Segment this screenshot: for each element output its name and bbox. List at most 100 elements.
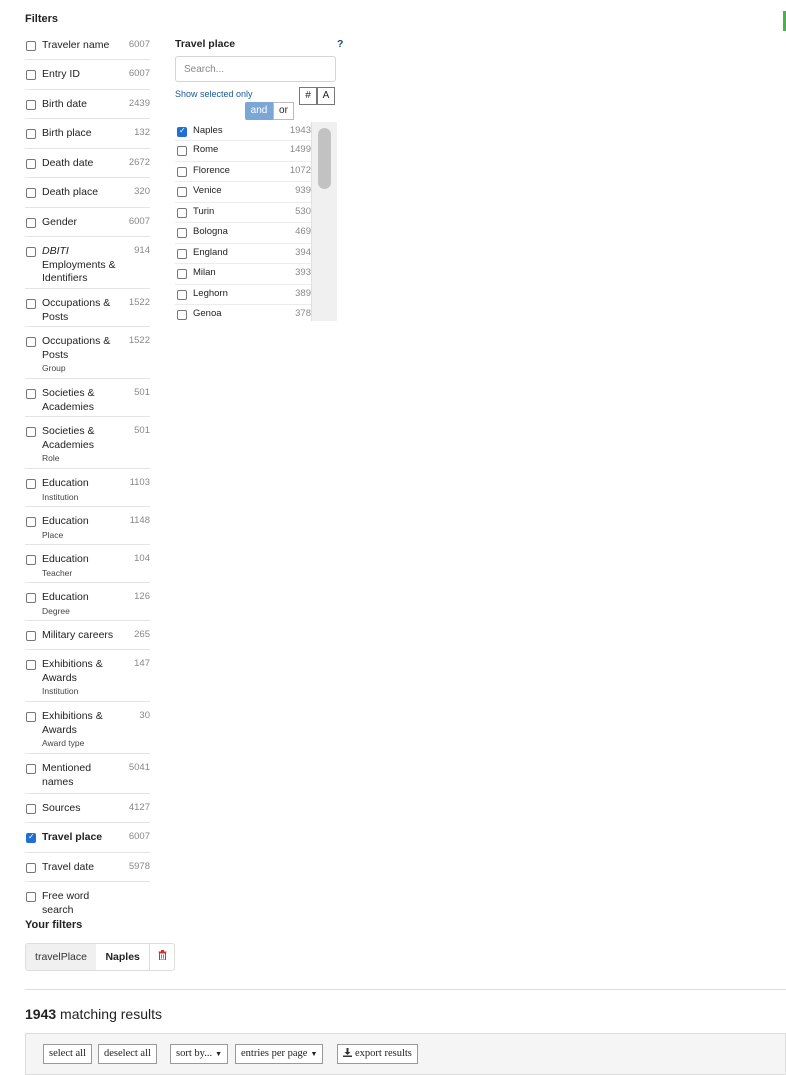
active-filter-chip: travelPlace Naples: [25, 943, 175, 971]
filter-item[interactable]: DBITI Employments & Identifiers 914: [25, 237, 150, 289]
place-checkbox[interactable]: [177, 290, 187, 300]
sort-alphabetical-button[interactable]: A: [317, 87, 335, 105]
filter-label: Sources: [42, 802, 117, 816]
filter-item[interactable]: Gender 6007: [25, 208, 150, 237]
place-checkbox[interactable]: [177, 126, 187, 137]
place-checkbox[interactable]: [177, 167, 187, 177]
place-checkbox[interactable]: [177, 228, 187, 238]
filter-item[interactable]: Travel date 5978: [25, 853, 150, 882]
filter-checkbox[interactable]: [26, 427, 36, 437]
filter-item[interactable]: Education Teacher 104: [25, 545, 150, 583]
filter-item[interactable]: Death place 320: [25, 178, 150, 208]
place-search-input[interactable]: [175, 56, 336, 82]
filters-heading: Filters: [25, 13, 59, 25]
filter-label-text: Military careers: [42, 629, 114, 641]
filter-label: DBITI Employments & Identifiers: [42, 245, 117, 286]
results-label: matching results: [60, 1006, 162, 1022]
filter-item[interactable]: Occupations & Posts 1522: [25, 289, 150, 327]
place-item[interactable]: Genoa 378: [175, 305, 311, 321]
filter-item[interactable]: Education Degree 126: [25, 583, 150, 621]
filter-label: Occupations & Posts: [42, 297, 117, 324]
place-checkbox[interactable]: [177, 310, 187, 320]
filter-label-text: Birth date: [42, 98, 87, 110]
filter-checkbox[interactable]: [26, 804, 36, 814]
place-count: 378: [295, 308, 311, 319]
filter-checkbox[interactable]: [26, 389, 36, 399]
filter-item[interactable]: Exhibitions & Awards Institution 147: [25, 650, 150, 702]
place-item[interactable]: Turin 530: [175, 203, 311, 223]
filter-checkbox[interactable]: [26, 593, 36, 603]
filter-checkbox[interactable]: [26, 555, 36, 565]
filter-checkbox[interactable]: [26, 247, 36, 257]
chevron-down-icon: ▼: [215, 1050, 223, 1058]
place-name: England: [193, 247, 228, 258]
filter-item[interactable]: Mentioned names 5041: [25, 754, 150, 794]
filter-item[interactable]: Free word search: [25, 882, 150, 916]
and-operator-button[interactable]: and: [245, 102, 273, 120]
sort-by-dropdown[interactable]: sort by... ▼: [170, 1044, 229, 1064]
filter-label: Education Place: [42, 515, 117, 542]
filter-checkbox[interactable]: [26, 832, 36, 843]
place-checkbox[interactable]: [177, 269, 187, 279]
your-filters-heading: Your filters: [25, 919, 83, 931]
filter-checkbox[interactable]: [26, 631, 36, 641]
filter-checkbox[interactable]: [26, 712, 36, 722]
filter-count: 132: [134, 127, 150, 138]
filter-item[interactable]: Societies & Academies 501: [25, 379, 150, 417]
filter-checkbox[interactable]: [26, 892, 36, 902]
or-operator-button[interactable]: or: [273, 102, 294, 120]
filter-checkbox[interactable]: [26, 479, 36, 489]
place-item[interactable]: Naples 1943: [175, 122, 311, 141]
place-checkbox[interactable]: [177, 249, 187, 259]
place-checkbox[interactable]: [177, 187, 187, 197]
filter-item[interactable]: Sources 4127: [25, 794, 150, 823]
filter-label-text: Exhibitions & Awards: [42, 658, 103, 684]
filter-checkbox[interactable]: [26, 159, 36, 169]
filter-checkbox[interactable]: [26, 863, 36, 873]
filter-item[interactable]: Exhibitions & Awards Award type 30: [25, 702, 150, 754]
filter-checkbox[interactable]: [26, 337, 36, 347]
filter-checkbox[interactable]: [26, 517, 36, 527]
place-item[interactable]: Rome 1499: [175, 141, 311, 162]
filter-item[interactable]: Societies & Academies Role 501: [25, 417, 150, 469]
filter-checkbox[interactable]: [26, 764, 36, 774]
place-item[interactable]: Florence 1072: [175, 162, 311, 182]
trash-icon[interactable]: [150, 944, 174, 970]
place-item[interactable]: Milan 393: [175, 264, 311, 285]
filter-item[interactable]: Military careers 265: [25, 621, 150, 650]
place-checkbox[interactable]: [177, 146, 187, 156]
filter-item[interactable]: Death date 2672: [25, 149, 150, 178]
place-item[interactable]: Leghorn 389: [175, 285, 311, 305]
filter-label-text: DBITI: [42, 245, 69, 257]
filter-item[interactable]: Entry ID 6007: [25, 60, 150, 90]
export-results-button[interactable]: export results: [337, 1044, 418, 1064]
filter-item[interactable]: Travel place 6007: [25, 823, 150, 853]
place-name: Naples: [193, 125, 223, 136]
filter-item[interactable]: Education Place 1148: [25, 507, 150, 545]
filter-checkbox[interactable]: [26, 100, 36, 110]
filter-checkbox[interactable]: [26, 41, 36, 51]
filter-item[interactable]: Occupations & Posts Group 1522: [25, 327, 150, 379]
results-summary: 1943 matching results: [25, 1006, 162, 1022]
filter-item[interactable]: Birth place 132: [25, 119, 150, 149]
entries-per-page-dropdown[interactable]: entries per page ▼: [235, 1044, 324, 1064]
place-item[interactable]: Venice 939: [175, 182, 311, 203]
select-all-button[interactable]: select all: [43, 1044, 93, 1064]
filter-checkbox[interactable]: [26, 188, 36, 198]
filter-item[interactable]: Education Institution 1103: [25, 469, 150, 507]
show-selected-only-link[interactable]: Show selected only: [175, 89, 253, 99]
filter-checkbox[interactable]: [26, 299, 36, 309]
filter-item[interactable]: Birth date 2439: [25, 90, 150, 119]
sort-by-count-button[interactable]: #: [299, 87, 317, 105]
filter-checkbox[interactable]: [26, 660, 36, 670]
filter-sublabel: Group: [42, 363, 66, 373]
filter-checkbox[interactable]: [26, 129, 36, 139]
place-item[interactable]: Bologna 469: [175, 223, 311, 244]
place-checkbox[interactable]: [177, 208, 187, 218]
filter-checkbox[interactable]: [26, 218, 36, 228]
filter-checkbox[interactable]: [26, 70, 36, 80]
place-item[interactable]: England 394: [175, 244, 311, 264]
help-icon[interactable]: ?: [337, 38, 343, 50]
filter-item[interactable]: Traveler name 6007: [25, 31, 150, 60]
deselect-all-button[interactable]: deselect all: [98, 1044, 157, 1064]
